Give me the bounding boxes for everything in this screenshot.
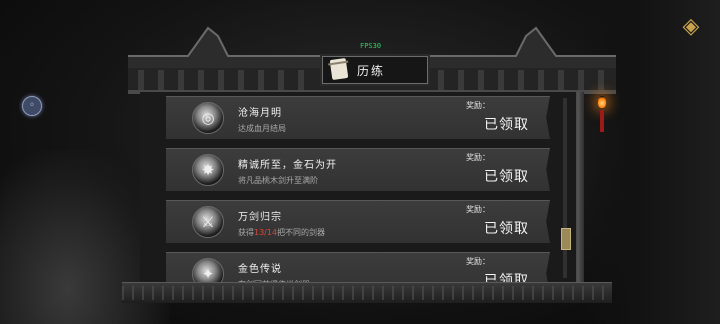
- claimed-status[interactable]: 已领取: [484, 166, 529, 186]
- trial-row[interactable]: ⚔ 万剑归宗 获得13/14把不同的剑器 奖励： 已领取: [166, 200, 550, 243]
- trial-name: 金色传说: [238, 264, 282, 275]
- reward-label: 奖励：: [466, 153, 490, 162]
- reward-label: 奖励：: [466, 101, 490, 110]
- claimed-status[interactable]: 已领取: [484, 114, 529, 134]
- trial-desc: 获得13/14把不同的剑器: [238, 227, 325, 238]
- progress-count: 13/14: [254, 228, 278, 237]
- desc-prefix: 获得: [238, 228, 254, 237]
- title-plaque: 历练: [322, 56, 428, 84]
- lantern-icon: [595, 92, 609, 134]
- trial-row[interactable]: ✸ 精诚所至，金石为开 将凡品桃木剑升至满阶 奖励： 已领取: [166, 148, 550, 191]
- desc-suffix: 把不同的剑器: [277, 228, 326, 237]
- moon-swirl-icon: ◎: [192, 102, 224, 134]
- scrollbar-thumb[interactable]: [561, 228, 571, 250]
- sword-bundle-icon: ✸: [192, 154, 224, 186]
- scroll-icon: [329, 57, 349, 81]
- trial-name: 沧海月明: [238, 108, 282, 119]
- back-circle-icon: ◦: [29, 100, 35, 111]
- diamond-emblem-icon[interactable]: ◈: [678, 14, 704, 40]
- swords-rack-icon: ⚔: [192, 206, 224, 238]
- page-title: 历练: [357, 64, 386, 78]
- claimed-status[interactable]: 已领取: [484, 218, 529, 238]
- reward-label: 奖励：: [466, 257, 490, 266]
- trial-name: 精诚所至，金石为开: [238, 160, 337, 171]
- trial-row[interactable]: ◎ 沧海月明 达成血月结局 奖励： 已领取: [166, 96, 550, 139]
- fps-counter: FPS30: [360, 42, 382, 50]
- trial-name: 万剑归宗: [238, 212, 282, 223]
- rail-balusters: [122, 286, 612, 300]
- reward-label: 奖励：: [466, 205, 490, 214]
- trial-desc: 将凡品桃木剑升至满阶: [238, 176, 318, 185]
- back-button[interactable]: ◦: [22, 96, 42, 116]
- trial-desc: 达成血月结局: [238, 124, 286, 133]
- scrollbar-track[interactable]: [563, 98, 567, 278]
